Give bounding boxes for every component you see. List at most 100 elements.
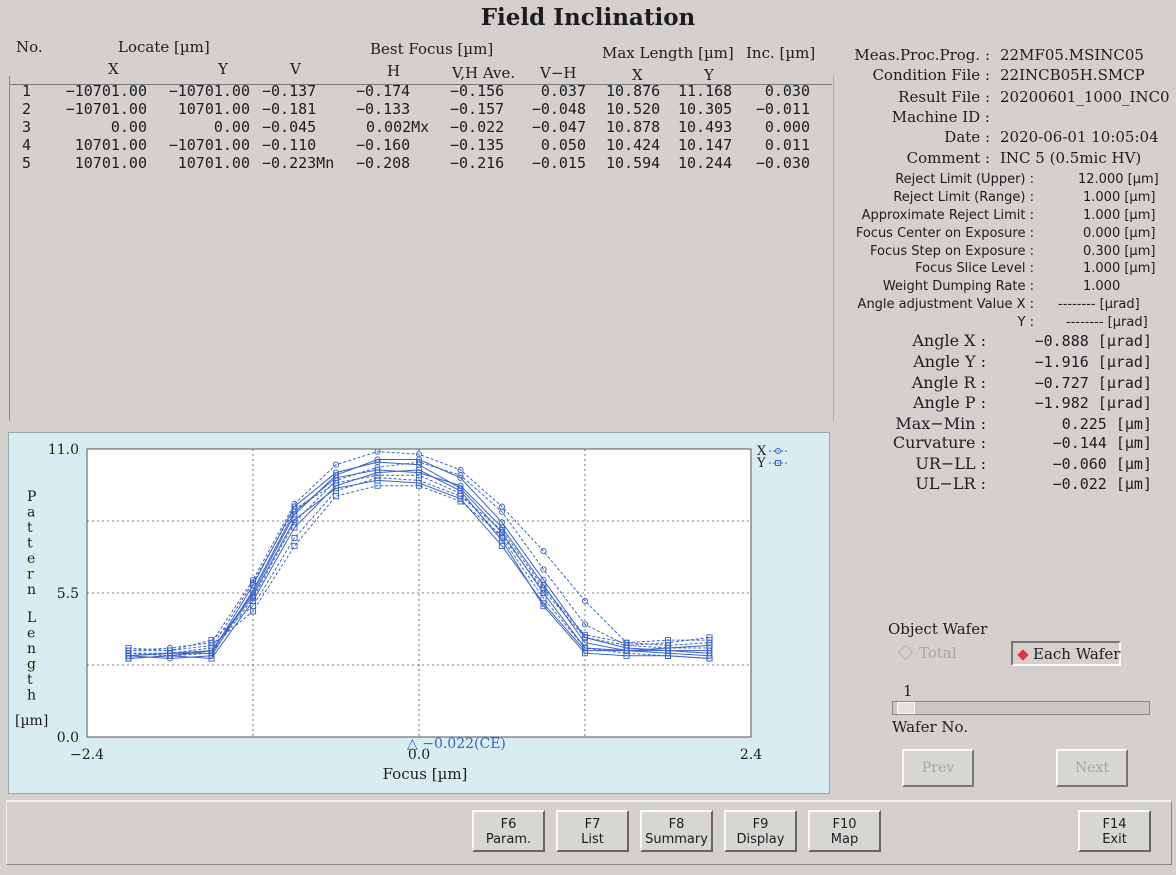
cell-x: −10701.00 bbox=[65, 100, 147, 118]
radio-diamond-selected-icon bbox=[1017, 649, 1029, 661]
angle-value: −0.144 [µm] bbox=[1052, 434, 1152, 452]
fkey-key: F8 bbox=[668, 817, 685, 832]
cell-y: 10701.00 bbox=[177, 154, 250, 172]
y-axis-label: Pa t t e r n Le n g t h [µm] bbox=[15, 489, 48, 729]
angle-value: 0.225 [µm] bbox=[1061, 415, 1152, 433]
cell-ave: −0.156 bbox=[450, 82, 505, 100]
cell-vh: −0.047 bbox=[531, 118, 586, 136]
meta-value: 2020-06-01 10:05:04 bbox=[1000, 128, 1159, 146]
meta-value: INC 5 (0.5mic HV) bbox=[1000, 149, 1142, 167]
cell-v: −0.181 bbox=[262, 100, 317, 118]
cell-mx: 10.424 bbox=[606, 136, 661, 154]
fkey-key: F9 bbox=[752, 817, 769, 832]
focus-chart: 11.05.50.0−2.4 0.0 2.4△ −0.022(CE)Focus [µ… bbox=[15, 442, 787, 783]
cell-my: 10.305 bbox=[678, 100, 733, 118]
param-label: Approximate Reject Limit : bbox=[861, 208, 1034, 223]
col-header-locate: Locate [µm] bbox=[118, 38, 210, 56]
angle-value: −0.888 [µrad] bbox=[1034, 332, 1152, 350]
meta-label: Comment : bbox=[906, 149, 990, 167]
wafer-slider[interactable] bbox=[892, 701, 1150, 715]
param-value: 1.000 [µm] bbox=[1083, 261, 1156, 276]
cell-h: 0.002Mx bbox=[366, 118, 430, 136]
fkey-label: Display bbox=[736, 832, 785, 847]
table-row[interactable]: 3 0.00 0.00 −0.045 0.002Mx −0.022 −0.047… bbox=[0, 118, 840, 136]
x-tick-label: 2.4 bbox=[740, 747, 762, 763]
total-radio[interactable]: Total bbox=[897, 644, 957, 662]
angle-value: −1.982 [µrad] bbox=[1034, 394, 1152, 412]
cell-no: 4 bbox=[22, 136, 32, 154]
cell-h: −0.208 bbox=[356, 154, 411, 172]
cell-ave: −0.135 bbox=[450, 136, 505, 154]
col-header-best-focus: Best Focus [µm] bbox=[370, 40, 494, 58]
cell-y: −10701.00 bbox=[168, 82, 250, 100]
param-value: 12.000 [µm] bbox=[1078, 172, 1159, 187]
prev-button[interactable]: Prev bbox=[902, 749, 974, 787]
meta-value: 22INCB05H.SMCP bbox=[1000, 66, 1145, 84]
angle-value: −0.060 [µm] bbox=[1052, 455, 1152, 473]
angle-value: −0.022 [µm] bbox=[1052, 475, 1152, 493]
f7-list-button[interactable]: F7 List bbox=[556, 810, 629, 852]
cell-inc: −0.011 bbox=[755, 100, 810, 118]
param-label: Angle adjustment Value X : bbox=[857, 297, 1034, 312]
each-wafer-radio[interactable]: Each Wafer bbox=[1011, 641, 1121, 666]
param-value: -------- [µrad] bbox=[1058, 297, 1140, 312]
param-value: 0.000 [µm] bbox=[1083, 226, 1156, 241]
cell-vh: −0.015 bbox=[531, 154, 586, 172]
angle-label: UL−LR : bbox=[915, 474, 986, 493]
f6-param-button[interactable]: F6 Param. bbox=[472, 810, 545, 852]
cell-h: −0.133 bbox=[356, 100, 411, 118]
y-tick-label: 11.0 bbox=[48, 442, 79, 458]
window-title: Field Inclination bbox=[480, 4, 696, 31]
legend-label: Y bbox=[756, 456, 766, 471]
cell-my: 10.244 bbox=[678, 154, 733, 172]
fkey-label: Exit bbox=[1102, 832, 1127, 847]
angle-label: Max−Min : bbox=[895, 414, 986, 433]
f8-summary-button[interactable]: F8 Summary bbox=[640, 810, 713, 852]
table-row[interactable]: 4 10701.00 −10701.00 −0.110 −0.160 −0.13… bbox=[0, 136, 840, 154]
cell-mx: 10.876 bbox=[606, 82, 661, 100]
angle-label: Angle R : bbox=[911, 373, 986, 392]
cell-v: −0.045 bbox=[262, 118, 317, 136]
cell-mx: 10.520 bbox=[606, 100, 661, 118]
slider-thumb[interactable] bbox=[897, 702, 915, 714]
cell-inc: 0.000 bbox=[764, 118, 810, 136]
table-row[interactable]: 5 10701.00 10701.00 −0.223Mn −0.208 −0.2… bbox=[0, 154, 840, 172]
meta-value: 20200601_1000_INC05H bbox=[1000, 88, 1170, 106]
fkey-key: F14 bbox=[1102, 817, 1127, 832]
param-label: Focus Center on Exposure : bbox=[855, 226, 1034, 241]
total-radio-label: Total bbox=[919, 644, 957, 662]
cell-no: 1 bbox=[22, 82, 32, 100]
cell-ave: −0.216 bbox=[450, 154, 505, 172]
y-tick-label: 5.5 bbox=[57, 586, 79, 602]
wafer-no-value: 1 bbox=[903, 682, 913, 700]
param-value: 1.000 [µm] bbox=[1083, 208, 1156, 223]
cell-vh: 0.037 bbox=[540, 82, 586, 100]
param-value: 1.000 bbox=[1083, 279, 1121, 294]
cell-v: −0.223Mn bbox=[262, 154, 335, 172]
f14-exit-button[interactable]: F14 Exit bbox=[1078, 810, 1151, 852]
cell-y: 0.00 bbox=[213, 118, 250, 136]
cell-no: 5 bbox=[22, 154, 32, 172]
table-row[interactable]: 2 −10701.00 10701.00 −0.181 −0.133 −0.15… bbox=[0, 100, 840, 118]
cell-mx: 10.594 bbox=[606, 154, 661, 172]
next-button[interactable]: Next bbox=[1056, 749, 1128, 787]
angle-label: UR−LL : bbox=[915, 454, 986, 473]
cell-mx: 10.878 bbox=[606, 118, 661, 136]
cell-y: −10701.00 bbox=[168, 136, 250, 154]
table-row[interactable]: 1 −10701.00 −10701.00 −0.137 −0.174 −0.1… bbox=[0, 82, 840, 100]
plot-area bbox=[86, 448, 752, 738]
angle-label: Angle Y : bbox=[913, 352, 986, 371]
f10-map-button[interactable]: F10 Map bbox=[808, 810, 881, 852]
chart-panel: 11.0 5.5 0.0 −2.4 0.0 2.4 △ −0.022(CE) Focus [µ… bbox=[8, 432, 830, 794]
param-label: Y : bbox=[1017, 315, 1034, 330]
param-label: Reject Limit (Range) : bbox=[893, 190, 1034, 205]
cell-inc: 0.030 bbox=[764, 82, 810, 100]
meta-label: Meas.Proc.Prog. : bbox=[854, 46, 990, 64]
param-label: Focus Step on Exposure : bbox=[869, 244, 1034, 259]
fkey-label: Map bbox=[830, 832, 859, 847]
radio-diamond-icon bbox=[897, 644, 914, 661]
cell-x: 0.00 bbox=[110, 118, 147, 136]
f9-display-button[interactable]: F9 Display bbox=[724, 810, 797, 852]
cell-y: 10701.00 bbox=[177, 100, 250, 118]
meta-label: Condition File : bbox=[872, 66, 990, 84]
